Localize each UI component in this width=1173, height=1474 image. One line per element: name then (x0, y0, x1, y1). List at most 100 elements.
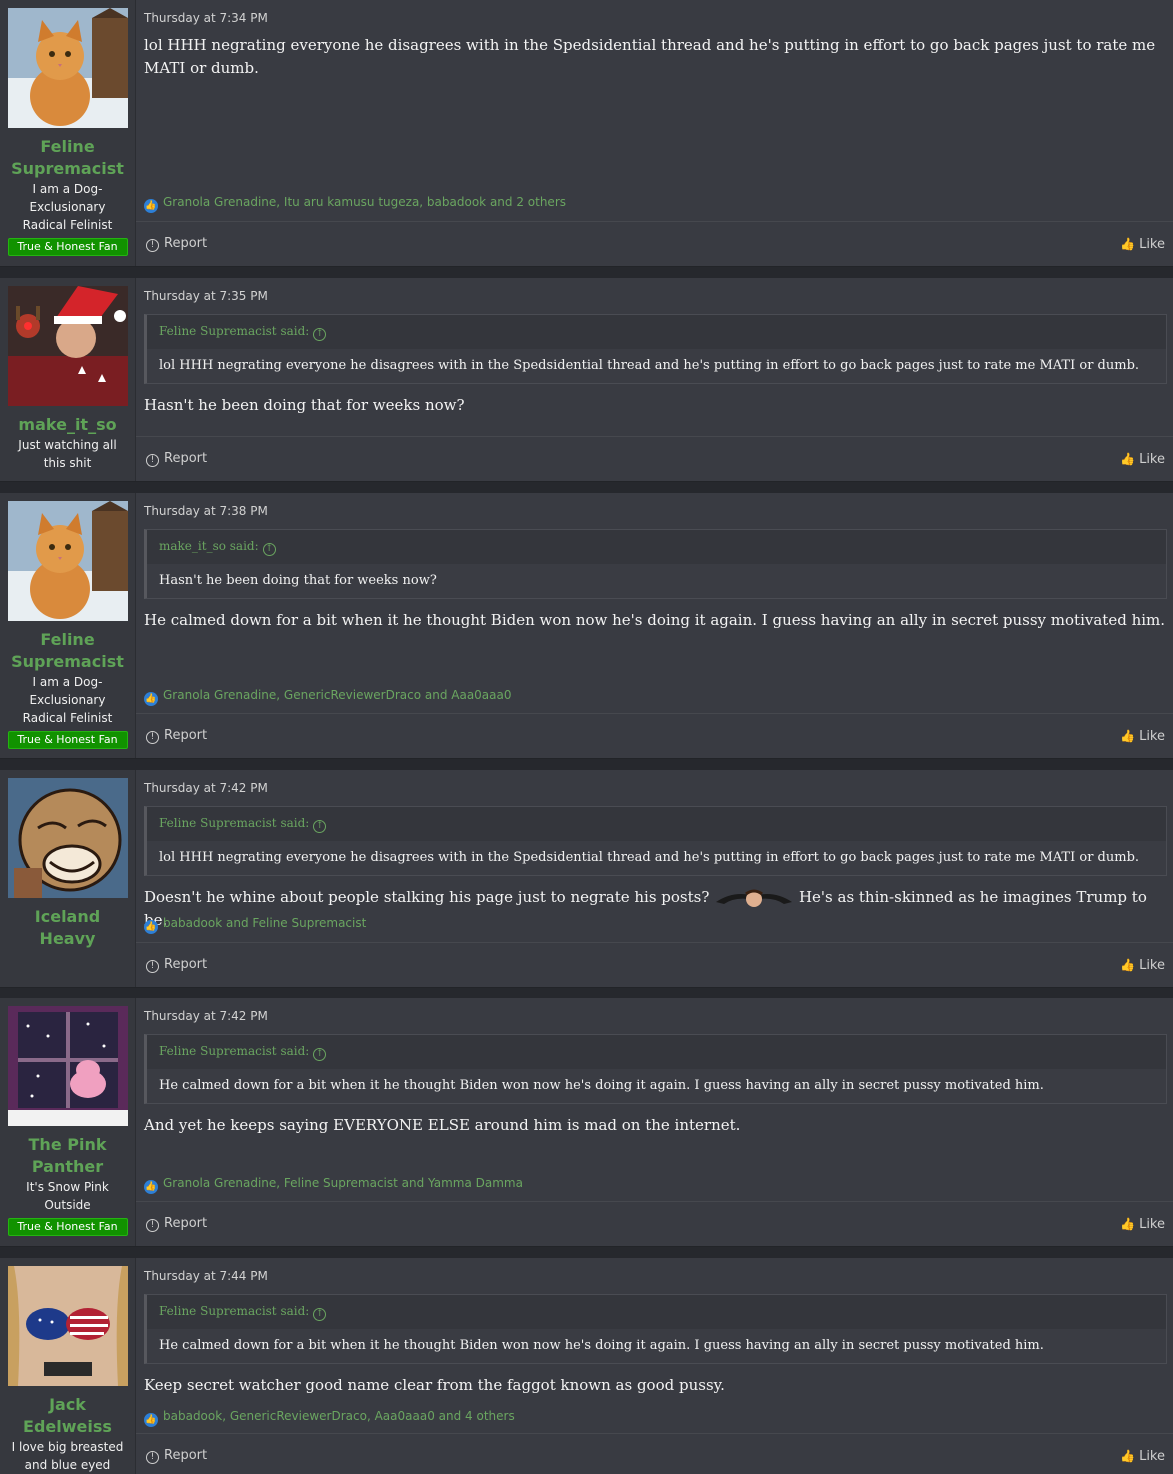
quote-attribution[interactable]: Feline Supremacist said: ↑ (147, 807, 1166, 841)
post-actions-bar: ! Report 👍 Like (136, 713, 1173, 758)
user-banner: True & Honest Fan (7, 238, 128, 256)
user-title: I am a Dog-Exclusionary Radical Felinist (22, 182, 113, 232)
quote-attribution[interactable]: make_it_so said: ↑ (147, 530, 1166, 564)
blockquote: Feline Supremacist said: ↑ He calmed down… (144, 1294, 1167, 1364)
reactions-bar[interactable]: 👍 Granola Grenadine, GenericReviewerDraco… (144, 687, 1167, 706)
report-button[interactable]: ! Report (146, 956, 207, 974)
report-button[interactable]: ! Report (146, 1215, 207, 1233)
reactions-bar[interactable]: 👍 babadook, GenericReviewerDraco, Aaa0aaa… (144, 1408, 1167, 1427)
post-author-panel: make_it_so Just watching all this shit (0, 278, 136, 481)
thumbs-up-icon: 👍 (1120, 1449, 1136, 1463)
report-label: Report (164, 236, 208, 251)
quote-text: Hasn't he been doing that for weeks now? (147, 564, 1166, 598)
username-link[interactable]: The Pink Panther (0, 1134, 135, 1178)
post-author-panel: Feline Supremacist I am a Dog-Exclusiona… (0, 0, 136, 266)
post-actions-bar: ! Report 👍 Like (136, 221, 1173, 266)
reactions-list[interactable]: babadook, GenericReviewerDraco, Aaa0aaa0… (163, 1409, 515, 1423)
arrow-up-circle-icon[interactable]: ↑ (313, 1308, 327, 1321)
username-link[interactable]: Iceland Heavy (0, 906, 135, 950)
like-label: Like (1139, 452, 1165, 467)
cartoon-dog-avatar-icon[interactable] (7, 778, 128, 898)
arrow-up-circle-icon[interactable]: ↑ (313, 820, 327, 833)
like-button[interactable]: 👍 Like (1120, 235, 1165, 254)
report-button[interactable]: ! Report (146, 1447, 207, 1465)
post: make_it_so Just watching all this shit T… (0, 278, 1173, 482)
pink-panther-avatar-icon[interactable] (7, 1006, 128, 1126)
quote-author[interactable]: Feline Supremacist said: (159, 816, 309, 830)
username-link[interactable]: make_it_so (0, 414, 135, 436)
post-body: Thursday at 7:34 PM lol HHH negrating ev… (136, 0, 1173, 266)
report-icon: ! (146, 1219, 159, 1232)
thumbs-up-reaction-icon: 👍 (144, 199, 158, 213)
user-title: It's Snow Pink Outside (26, 1180, 109, 1212)
post-timestamp[interactable]: Thursday at 7:38 PM (144, 503, 1167, 519)
reactions-bar[interactable]: 👍 babadook and Feline Supremacist (144, 915, 1167, 934)
quote-author[interactable]: Feline Supremacist said: (159, 1304, 309, 1318)
arrow-up-circle-icon[interactable]: ↑ (262, 543, 276, 556)
username-link[interactable]: Jack Edelweiss (0, 1394, 135, 1438)
santa-hat-avatar-icon[interactable] (7, 286, 128, 406)
blockquote: Feline Supremacist said: ↑ lol HHH negrat… (144, 314, 1167, 384)
quote-attribution[interactable]: Feline Supremacist said: ↑ (147, 1295, 1166, 1329)
thumbs-up-reaction-icon: 👍 (144, 692, 158, 706)
user-title: I love big breasted and blue eyed blonde… (11, 1440, 124, 1472)
quote-text: He calmed down for a bit when it he thou… (147, 1329, 1166, 1363)
reactions-list[interactable]: Granola Grenadine, GenericReviewerDraco … (163, 688, 512, 702)
post-timestamp[interactable]: Thursday at 7:35 PM (144, 288, 1167, 304)
quote-author[interactable]: Feline Supremacist said: (159, 324, 309, 338)
post-body: Thursday at 7:35 PM Feline Supremacist s… (136, 278, 1173, 481)
flag-bikini-avatar-icon[interactable] (7, 1266, 128, 1386)
post-message-part: Doesn't he whine about people stalking h… (144, 888, 710, 906)
reactions-list[interactable]: Granola Grenadine, Itu aru kamusu tugeza… (163, 195, 566, 209)
arrow-up-circle-icon[interactable]: ↑ (313, 1048, 327, 1061)
like-button[interactable]: 👍 Like (1120, 450, 1165, 469)
post-actions-bar: ! Report 👍 Like (136, 1201, 1173, 1246)
user-title: Just watching all this shit (18, 438, 117, 470)
like-label: Like (1139, 1449, 1165, 1464)
report-button[interactable]: ! Report (146, 450, 207, 468)
like-button[interactable]: 👍 Like (1120, 727, 1165, 746)
quote-attribution[interactable]: Feline Supremacist said: ↑ (147, 315, 1166, 349)
like-label: Like (1139, 1217, 1165, 1232)
report-label: Report (164, 957, 208, 972)
like-label: Like (1139, 729, 1165, 744)
blockquote: Feline Supremacist said: ↑ He calmed down… (144, 1034, 1167, 1104)
report-icon: ! (146, 731, 159, 744)
reactions-list[interactable]: Granola Grenadine, Feline Supremacist an… (163, 1176, 523, 1190)
username-link[interactable]: Feline Supremacist (0, 629, 135, 673)
report-button[interactable]: ! Report (146, 235, 207, 253)
post-actions-bar: ! Report 👍 Like (136, 942, 1173, 987)
quote-author[interactable]: make_it_so said: (159, 539, 259, 553)
thumbs-up-icon: 👍 (1120, 452, 1136, 466)
quote-author[interactable]: Feline Supremacist said: (159, 1044, 309, 1058)
arrow-up-circle-icon[interactable]: ↑ (313, 328, 327, 341)
post-author-panel: The Pink Panther It's Snow Pink Outside … (0, 998, 136, 1246)
like-button[interactable]: 👍 Like (1120, 956, 1165, 975)
quote-text: lol HHH negrating everyone he disagrees … (147, 841, 1166, 875)
post-timestamp[interactable]: Thursday at 7:44 PM (144, 1268, 1167, 1284)
post-message: lol HHH negrating everyone he disagrees … (144, 36, 1156, 77)
post-timestamp[interactable]: Thursday at 7:34 PM (144, 10, 1167, 26)
post: Feline Supremacist I am a Dog-Exclusiona… (0, 0, 1173, 267)
reactions-list[interactable]: babadook and Feline Supremacist (163, 916, 366, 930)
reactions-bar[interactable]: 👍 Granola Grenadine, Feline Supremacist a… (144, 1175, 1167, 1194)
post-message: He calmed down for a bit when it he thou… (144, 611, 1166, 629)
quote-attribution[interactable]: Feline Supremacist said: ↑ (147, 1035, 1166, 1069)
cat-avatar-icon[interactable] (7, 8, 128, 128)
thread-post-list: Feline Supremacist I am a Dog-Exclusiona… (0, 0, 1173, 1474)
like-button[interactable]: 👍 Like (1120, 1447, 1165, 1466)
report-button[interactable]: ! Report (146, 727, 207, 745)
report-label: Report (164, 728, 208, 743)
username-link[interactable]: Feline Supremacist (0, 136, 135, 180)
post: Iceland Heavy Thursday at 7:42 PM Feline… (0, 770, 1173, 988)
facepalm-smiley-icon (714, 888, 794, 908)
post-timestamp[interactable]: Thursday at 7:42 PM (144, 780, 1167, 796)
cat-avatar-icon[interactable] (7, 501, 128, 621)
report-label: Report (164, 451, 208, 466)
post-timestamp[interactable]: Thursday at 7:42 PM (144, 1008, 1167, 1024)
thumbs-up-icon: 👍 (1120, 1217, 1136, 1231)
reactions-bar[interactable]: 👍 Granola Grenadine, Itu aru kamusu tugez… (144, 194, 1167, 213)
thumbs-up-icon: 👍 (1120, 729, 1136, 743)
report-icon: ! (146, 454, 159, 467)
like-button[interactable]: 👍 Like (1120, 1215, 1165, 1234)
